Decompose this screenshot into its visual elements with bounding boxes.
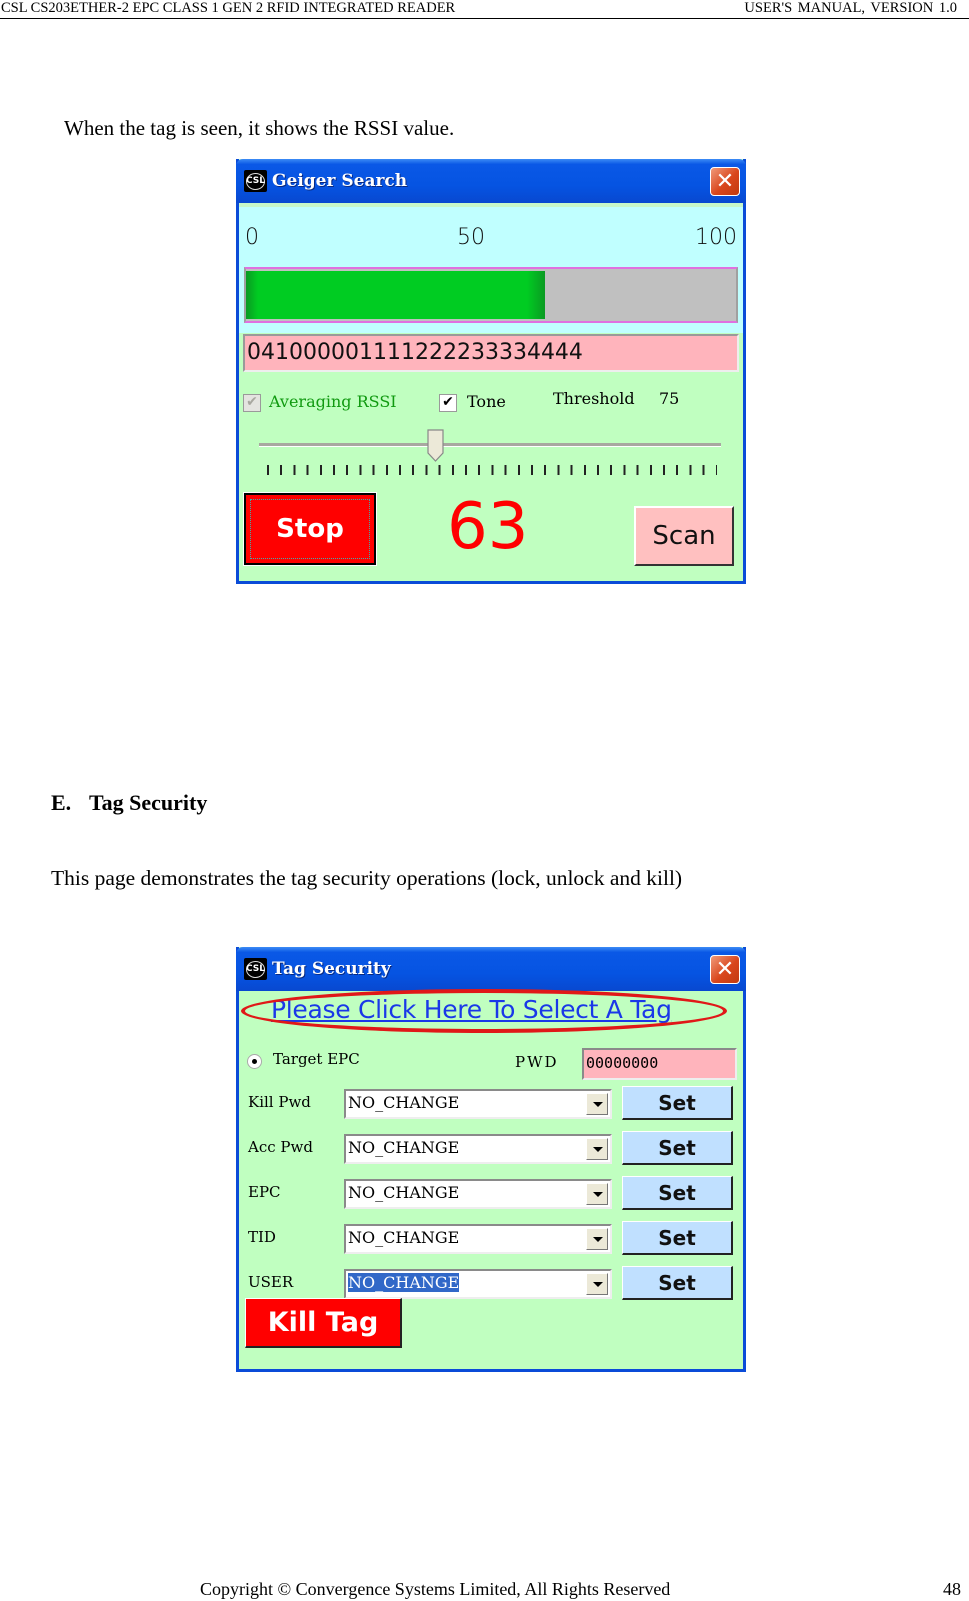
section-title: Tag Security [89, 790, 208, 815]
highlight-ellipse [241, 989, 727, 1033]
lock-action-select[interactable]: NO_CHANGE [344, 1179, 612, 1209]
page-number: 48 [943, 1579, 961, 1599]
title-bar[interactable]: CSL Geiger Search ✕ [236, 159, 746, 203]
section-number: E. [51, 790, 72, 815]
intro-paragraph: When the tag is seen, it shows the RSSI … [64, 116, 455, 140]
stop-button[interactable]: Stop [243, 492, 377, 566]
window-title: Tag Security [272, 959, 391, 979]
csl-app-icon: CSL [244, 170, 267, 192]
scale-max: 100 [695, 225, 737, 250]
select-value: NO_CHANGE [348, 1273, 460, 1292]
target-epc-radio[interactable] [247, 1054, 262, 1069]
lock-action-select[interactable]: NO_CHANGE [344, 1089, 612, 1119]
tone-label: Tone [467, 392, 506, 411]
select-value: NO_CHANGE [348, 1228, 460, 1247]
lock-action-select[interactable]: NO_CHANGE [344, 1134, 612, 1164]
target-epc-label: Target EPC [273, 1050, 360, 1068]
set-button[interactable]: Set [622, 1266, 733, 1300]
epc-field[interactable]: 041000001111222233334444 [243, 334, 739, 372]
averaging-rssi-label: Averaging RSSI [269, 392, 397, 411]
set-button[interactable]: Set [622, 1176, 733, 1210]
select-value: NO_CHANGE [348, 1183, 460, 1202]
signal-strength-bar [244, 267, 738, 323]
threshold-slider-track[interactable] [259, 443, 721, 447]
lock-row-label: TID [248, 1228, 276, 1246]
scan-button[interactable]: Scan [634, 506, 734, 566]
signal-strength-fill [246, 271, 545, 319]
averaging-rssi-checkbox[interactable]: ✔ [243, 394, 261, 412]
lock-row-label: USER [248, 1273, 294, 1291]
lock-action-select[interactable]: NO_CHANGE [344, 1224, 612, 1254]
close-icon[interactable]: ✕ [710, 955, 740, 984]
scale-min: 0 [245, 225, 259, 250]
chevron-down-icon[interactable] [586, 1228, 608, 1250]
slider-ticks [267, 465, 717, 475]
set-button[interactable]: Set [622, 1221, 733, 1255]
lock-action-select[interactable]: NO_CHANGE [344, 1269, 612, 1299]
tag-security-window: CSL Tag Security ✕ Please Click Here To … [236, 947, 746, 1372]
title-bar[interactable]: CSL Tag Security ✕ [236, 947, 746, 991]
lock-row-label: Acc Pwd [248, 1138, 313, 1156]
pwd-input[interactable]: 00000000 [582, 1048, 737, 1080]
lock-row-label: EPC [248, 1183, 281, 1201]
lock-row-label: Kill Pwd [248, 1093, 311, 1111]
header-left: CSL CS203ETHER-2 EPC CLASS 1 GEN 2 RFID … [1, 0, 456, 16]
chevron-down-icon[interactable] [586, 1093, 608, 1115]
set-button[interactable]: Set [622, 1086, 733, 1120]
page-header: CSL CS203ETHER-2 EPC CLASS 1 GEN 2 RFID … [0, 0, 969, 19]
threshold-value: 75 [659, 389, 680, 408]
threshold-slider-thumb[interactable] [426, 429, 444, 462]
window-title: Geiger Search [272, 171, 408, 191]
chevron-down-icon[interactable] [586, 1138, 608, 1160]
chevron-down-icon[interactable] [586, 1183, 608, 1205]
threshold-label: Threshold [553, 389, 635, 408]
scale-mid: 50 [457, 225, 485, 250]
kill-tag-button[interactable]: Kill Tag [245, 1298, 402, 1348]
section-description: This page demonstrates the tag security … [51, 866, 683, 890]
select-value: NO_CHANGE [348, 1138, 460, 1157]
pwd-label: PWD [515, 1053, 559, 1071]
signal-meter-panel: 0 50 100 [239, 203, 743, 333]
csl-app-icon: CSL [244, 958, 267, 980]
tone-checkbox[interactable]: ✔ [439, 394, 457, 412]
select-value: NO_CHANGE [348, 1093, 460, 1112]
header-right: USER'S MANUAL, VERSION 1.0 [744, 0, 957, 16]
section-heading: E. Tag Security [51, 790, 207, 816]
set-button[interactable]: Set [622, 1131, 733, 1165]
close-icon[interactable]: ✕ [710, 167, 740, 196]
chevron-down-icon[interactable] [586, 1273, 608, 1295]
footer-copyright: Copyright © Convergence Systems Limited,… [200, 1579, 671, 1599]
geiger-search-window: CSL Geiger Search ✕ 0 50 100 04100000111… [236, 159, 746, 584]
rssi-value: 63 [447, 490, 529, 564]
